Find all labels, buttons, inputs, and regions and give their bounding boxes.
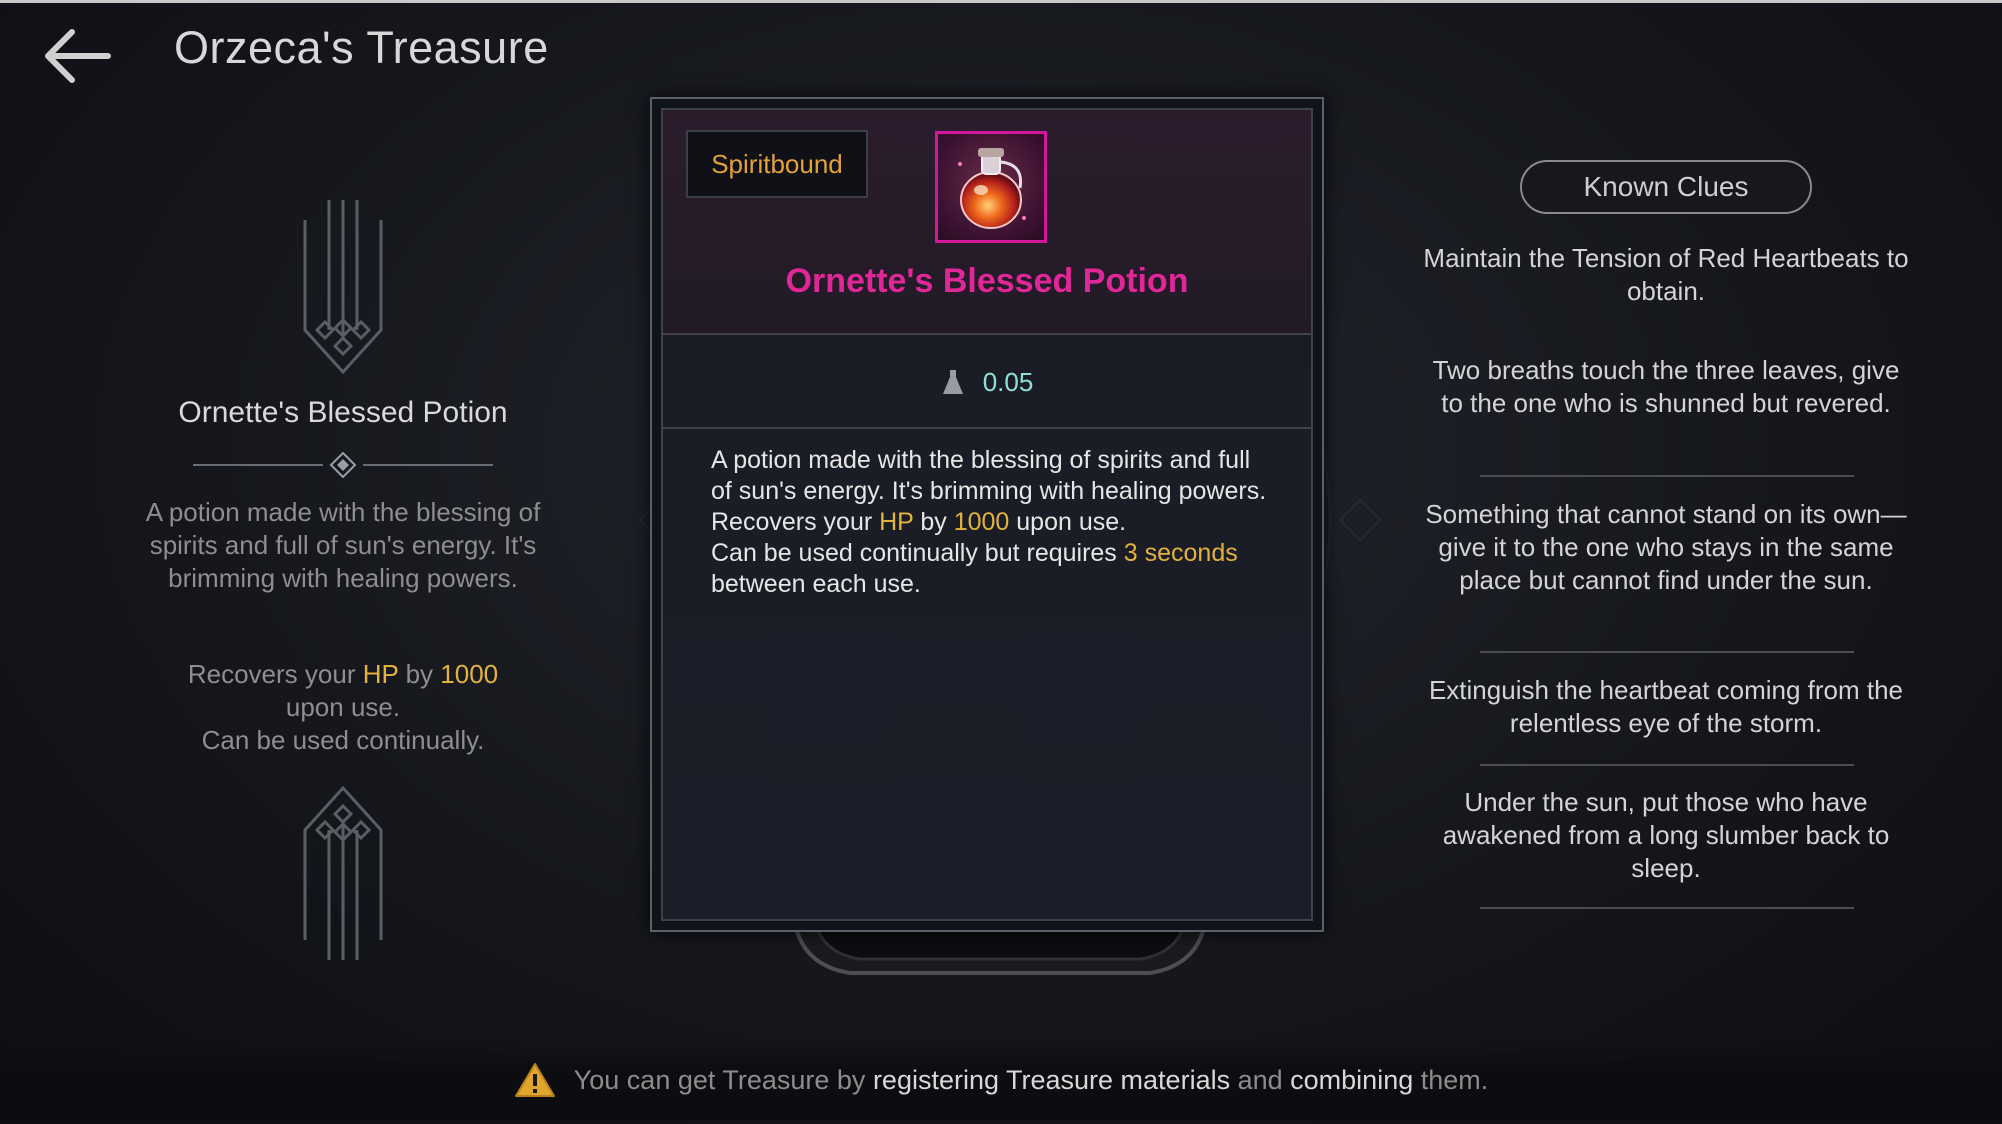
- weight-row: 0.05: [663, 337, 1311, 429]
- effect-by: by: [913, 508, 954, 536]
- effect-by: by: [398, 659, 441, 689]
- divider-ornament: [193, 452, 493, 478]
- left-item-name: Ornette's Blessed Potion: [178, 396, 508, 429]
- ornament-top-icon: [303, 200, 383, 375]
- top-border: [0, 0, 2002, 3]
- left-item-effect: Recovers your HP by 1000 upon use. Can b…: [120, 658, 566, 757]
- ornament-bottom-icon: [303, 785, 383, 960]
- item-tooltip-card: Spiritbound Ornette's Blessed Potion 0.0…: [650, 97, 1324, 932]
- bound-badge: Spiritbound: [686, 130, 868, 198]
- footer-text-4: combining: [1290, 1064, 1414, 1095]
- clue-divider: [1480, 764, 1854, 766]
- effect-prefix: Recovers your: [711, 508, 880, 536]
- effect-amount: 1000: [953, 508, 1010, 536]
- clue-divider: [1480, 907, 1854, 909]
- clue-item: Something that cannot stand on its own—g…: [1425, 499, 1907, 595]
- footer-text-5: them.: [1413, 1064, 1489, 1095]
- clue-item: Two breaths touch the three leaves, give…: [1432, 355, 1900, 418]
- effect-stat: HP: [879, 508, 914, 536]
- item-description: A potion made with the blessing of spiri…: [711, 445, 1271, 600]
- clue-item: Extinguish the heartbeat coming from the…: [1428, 675, 1904, 738]
- effect-suffix: upon use.: [285, 692, 401, 722]
- clue-divider: [1480, 475, 1854, 477]
- effect-stat: HP: [362, 659, 399, 689]
- effect-prefix: Recovers your: [187, 659, 363, 689]
- effect-note: Can be used continually.: [201, 725, 485, 755]
- potion-icon: [958, 148, 1026, 229]
- cooldown-prefix: Can be used continually but requires: [711, 539, 1124, 567]
- footer-text-3: and: [1230, 1064, 1291, 1095]
- item-name: Ornette's Blessed Potion: [785, 262, 1189, 300]
- effect-amount: 1000: [440, 659, 499, 689]
- weight-icon: [942, 370, 963, 394]
- item-tooltip-header: Spiritbound Ornette's Blessed Potion: [663, 110, 1311, 335]
- cooldown-value: 3 seconds: [1123, 539, 1238, 567]
- clue-item: Maintain the Tension of Red Heartbeats t…: [1423, 243, 1909, 306]
- item-icon-frame: [935, 131, 1047, 243]
- treasure-summary-panel: Ornette's Blessed Potion A potion made w…: [120, 200, 566, 960]
- cooldown-suffix: between each use.: [711, 570, 921, 598]
- footer-text-2: registering Treasure materials: [872, 1064, 1231, 1095]
- arrow-left-icon: [45, 29, 111, 83]
- footer-text-1: You can get Treasure by: [573, 1064, 873, 1095]
- clue-item: Under the sun, put those who have awaken…: [1442, 787, 1890, 883]
- item-tooltip-inner: Spiritbound Ornette's Blessed Potion 0.0…: [661, 108, 1313, 921]
- clue-divider: [1480, 651, 1854, 653]
- page-title: Orzeca's Treasure: [174, 22, 549, 73]
- weight-value: 0.05: [982, 366, 1034, 397]
- footer-hint-text: You can get Treasure by registering Trea…: [574, 1065, 1489, 1096]
- known-clues-button[interactable]: Known Clues: [1520, 160, 1812, 214]
- footer-hint: You can get Treasure by registering Trea…: [0, 1040, 2002, 1120]
- back-button[interactable]: [38, 22, 118, 90]
- left-item-description: A potion made with the blessing of spiri…: [145, 497, 541, 593]
- effect-suffix: upon use.: [1009, 508, 1127, 536]
- item-description-text: A potion made with the blessing of spiri…: [711, 446, 1267, 505]
- warning-icon: [514, 1063, 555, 1097]
